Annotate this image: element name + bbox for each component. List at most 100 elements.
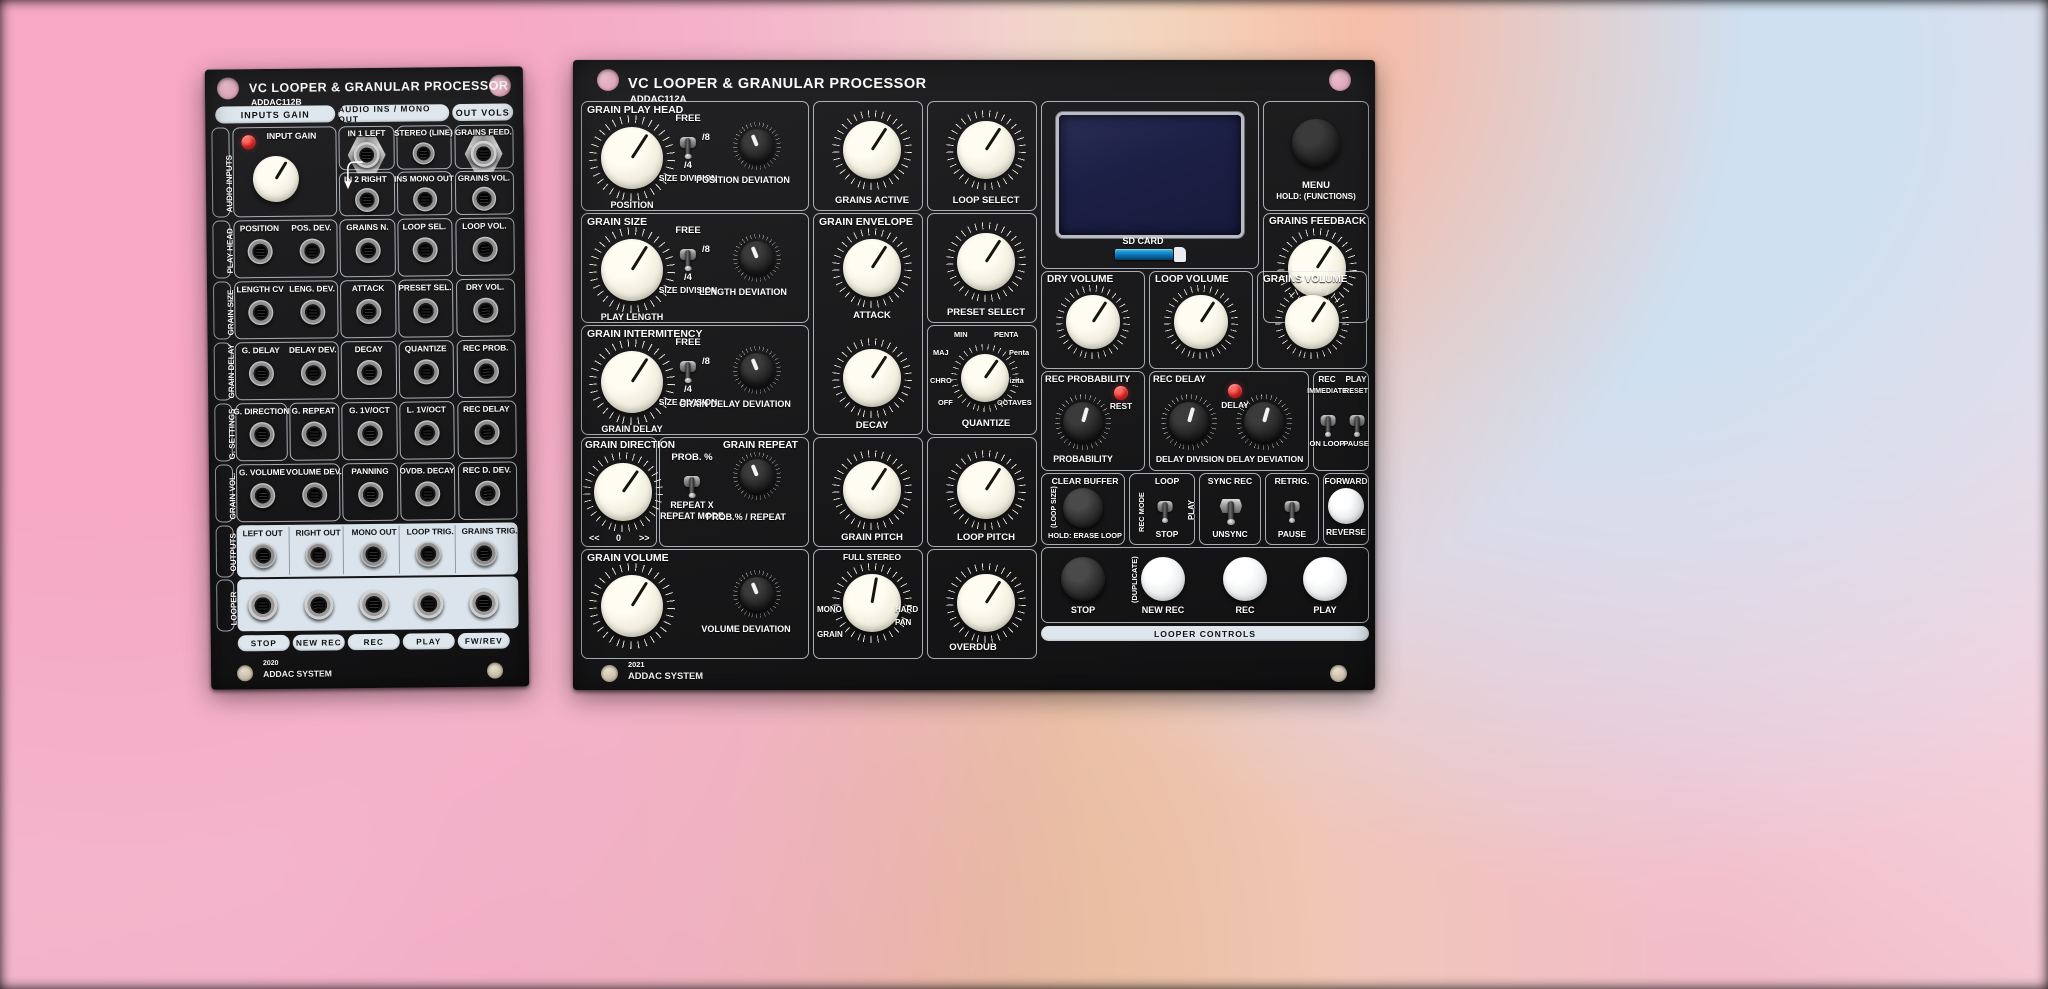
grain-volume-knob[interactable]	[589, 563, 675, 649]
grains-feed-jack[interactable]	[470, 140, 497, 167]
cv-jack-l-1voct[interactable]	[414, 420, 440, 446]
looper-jack-stop[interactable]	[248, 590, 278, 621]
grains-vol-jack[interactable]	[472, 186, 497, 211]
new-rec-button[interactable]	[1141, 557, 1185, 601]
footer-btn-stop[interactable]: STOP	[237, 634, 290, 652]
out-jack-grains-trig[interactable]	[471, 540, 497, 566]
looper-jack-new-rec[interactable]	[304, 590, 334, 620]
footer-btn-fwrev[interactable]: FW/REV	[457, 632, 510, 650]
looper-jack-play[interactable]	[414, 589, 444, 619]
cv-jack-g-volume[interactable]	[250, 482, 276, 509]
loop-pitch-knob[interactable]	[946, 450, 1026, 530]
cv-jack-loop-vol[interactable]	[472, 236, 498, 262]
overdub-knob[interactable]	[946, 563, 1026, 643]
cv-jack-grains-n[interactable]	[355, 237, 381, 264]
input-gain-knob[interactable]	[244, 147, 309, 212]
out-jack-loop-trig[interactable]	[415, 541, 441, 567]
out-jack-mono[interactable]	[360, 541, 386, 568]
cv-jack-loop-sel[interactable]	[412, 237, 438, 263]
looper-jack-rec[interactable]	[359, 589, 389, 620]
cv-jack-g-1voct[interactable]	[357, 420, 383, 447]
grain-delay-knob[interactable]	[589, 339, 675, 425]
cv-jack-pos-dev[interactable]	[299, 238, 325, 264]
footer-btn-play[interactable]: PLAY	[402, 633, 455, 650]
cv-jack-ovdb-decay[interactable]	[415, 481, 441, 507]
rec-button[interactable]	[1223, 557, 1267, 601]
grains-active-knob[interactable]	[832, 110, 912, 190]
decay-knob[interactable]	[832, 338, 912, 418]
grain-size-division-toggle[interactable]	[677, 238, 699, 272]
prob-repeat-knob[interactable]	[733, 452, 781, 500]
rec-mode-toggle[interactable]	[1155, 490, 1175, 524]
cv-jack-dry-vol[interactable]	[473, 297, 499, 323]
volume-deviation-knob[interactable]	[733, 570, 781, 618]
delay-division-knob[interactable]	[1161, 394, 1217, 450]
repeat-mode-toggle[interactable]	[681, 465, 703, 499]
cv-jack-attack[interactable]	[356, 298, 382, 325]
position-knob[interactable]	[589, 115, 675, 201]
retrig-toggle[interactable]	[1282, 490, 1302, 524]
delay-division-label: DELAY DIVISION	[1155, 454, 1225, 464]
ins-mono-out-jack[interactable]	[413, 187, 438, 212]
delay-deviation-knob[interactable]	[1236, 394, 1292, 450]
footer-btn-rec[interactable]: REC	[347, 633, 400, 651]
preset-select-knob[interactable]	[946, 222, 1026, 302]
grain-direction-knob[interactable]	[583, 452, 663, 532]
grain-interm-4-label: /4	[684, 384, 692, 395]
loop-volume-knob[interactable]	[1164, 285, 1238, 359]
sync-rec-toggle[interactable]	[1218, 488, 1244, 526]
module-a-year: 2021	[628, 660, 645, 669]
output-label-left-out: LEFT OUT	[242, 528, 283, 539]
grains-volume-knob[interactable]	[1275, 285, 1349, 359]
cv-jack-delay-dev[interactable]	[300, 360, 327, 386]
grain-interm-division-toggle[interactable]	[677, 350, 699, 384]
forward-reverse-button[interactable]	[1328, 488, 1364, 524]
stereo-pan-knob[interactable]	[832, 563, 912, 643]
quantize-knob[interactable]	[951, 344, 1019, 412]
cv-jack-g-repeat[interactable]	[301, 421, 327, 447]
attack-knob[interactable]	[832, 228, 912, 308]
sd-card-label: SD CARD	[1122, 236, 1164, 246]
in2-right-jack[interactable]	[355, 187, 380, 213]
sd-card-slot[interactable]	[1115, 249, 1173, 260]
cv-jack-length-cv[interactable]	[248, 299, 274, 326]
menu-encoder-knob[interactable]	[1283, 110, 1349, 176]
cv-jack-rec-delay[interactable]	[474, 419, 500, 445]
stereo-line-jack[interactable]	[412, 142, 435, 165]
stop-button[interactable]	[1061, 557, 1105, 601]
cv-jack-rec-prob[interactable]	[473, 358, 500, 384]
play-reset-toggle[interactable]	[1347, 404, 1367, 438]
reverse-label: REVERSE	[1325, 527, 1367, 537]
rec-immediate-toggle[interactable]	[1318, 404, 1338, 438]
cv-jack-decay[interactable]	[356, 359, 383, 386]
cv-jack-rec-d-dev[interactable]	[475, 480, 501, 506]
cv-jack-leng-dev[interactable]	[300, 299, 326, 325]
cv-jack-g-delay[interactable]	[248, 360, 275, 387]
play-length-knob[interactable]	[589, 227, 675, 313]
footer-btn-new-rec[interactable]: NEW REC	[292, 634, 345, 651]
cv-label-length-cv: LENGTH CV	[236, 284, 284, 295]
new-rec-label: NEW REC	[1141, 605, 1185, 615]
cv-jack-panning[interactable]	[358, 481, 384, 508]
cv-jack-volume-dev[interactable]	[302, 482, 328, 508]
loop-select-label: LOOP SELECT	[952, 195, 1020, 206]
cv-jack-preset-sel[interactable]	[413, 298, 439, 324]
cv-jack-g-direction[interactable]	[249, 421, 275, 448]
size-division-toggle[interactable]	[677, 126, 699, 160]
grain-pitch-knob[interactable]	[832, 450, 912, 530]
looper-jack-fwrev[interactable]	[469, 588, 499, 618]
clear-buffer-button[interactable]	[1063, 488, 1103, 528]
loop-select-knob[interactable]	[946, 110, 1026, 190]
probability-knob[interactable]	[1055, 394, 1111, 450]
play-button[interactable]	[1303, 557, 1347, 601]
cv-jack-position[interactable]	[247, 238, 273, 265]
length-deviation-knob[interactable]	[733, 234, 781, 282]
sd-card[interactable]	[1174, 247, 1186, 262]
dry-volume-knob[interactable]	[1056, 285, 1130, 359]
out-jack-right[interactable]	[305, 542, 331, 568]
out-jack-left[interactable]	[250, 542, 276, 569]
size-division-4-label: /4	[684, 160, 692, 171]
position-deviation-knob[interactable]	[733, 122, 781, 170]
grain-delay-deviation-knob[interactable]	[733, 346, 781, 394]
cv-jack-quantize[interactable]	[413, 359, 440, 385]
